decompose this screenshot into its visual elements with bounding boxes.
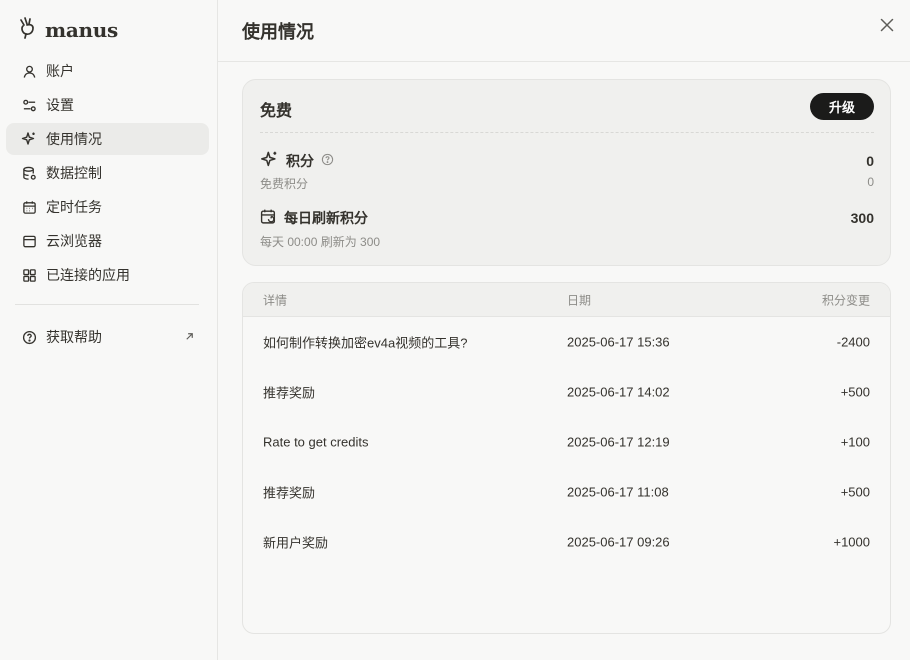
- sidebar-item-connected-apps[interactable]: 已连接的应用: [6, 259, 209, 291]
- page-title: 使用情况: [242, 22, 314, 42]
- sidebar-item-label: 定时任务: [46, 199, 102, 215]
- row-detail: 推荐奖励: [263, 485, 316, 501]
- sidebar-item-account[interactable]: 账户: [6, 55, 209, 87]
- daily-refresh-value: 300: [850, 210, 874, 226]
- row-change: +500: [840, 484, 870, 500]
- row-detail: 新用户奖励: [263, 535, 329, 551]
- calendar-icon: [21, 199, 37, 215]
- sidebar-item-label: 已连接的应用: [46, 267, 130, 283]
- sidebar-item-data-control[interactable]: 数据控制: [6, 157, 209, 189]
- grid-icon: [21, 267, 37, 283]
- row-date: 2025-06-17 14:02: [567, 384, 670, 400]
- brand-name: manus: [45, 17, 118, 42]
- row-change: +100: [840, 434, 870, 450]
- calendar-refresh-icon: [260, 208, 277, 228]
- sidebar-item-settings[interactable]: 设置: [6, 89, 209, 121]
- table-row[interactable]: 新用户奖励 2025-06-17 09:26 +1000: [243, 517, 890, 567]
- sidebar-item-label: 设置: [46, 97, 74, 113]
- table-header: 详情 日期 积分变更: [243, 283, 890, 317]
- sliders-icon: [21, 97, 37, 113]
- sidebar-item-scheduled-tasks[interactable]: 定时任务: [6, 191, 209, 223]
- sparkle-icon: [21, 131, 37, 147]
- close-button[interactable]: [876, 16, 898, 38]
- sidebar-divider: [15, 304, 199, 305]
- close-icon: [880, 18, 894, 37]
- sidebar-nav: 账户 设置 使用情况 数据控制 定时任务 云浏览器 已连接的应用: [6, 55, 209, 293]
- row-date: 2025-06-17 09:26: [567, 534, 670, 550]
- daily-refresh-label: 每日刷新积分: [284, 210, 368, 226]
- daily-refresh-row: 每日刷新积分 300: [260, 208, 874, 228]
- sidebar-item-label: 获取帮助: [46, 329, 102, 345]
- row-detail: 推荐奖励: [263, 385, 316, 401]
- free-credits-label: 免费积分: [260, 177, 309, 191]
- row-date: 2025-06-17 11:08: [567, 484, 669, 500]
- header-change: 积分变更: [821, 293, 870, 307]
- table-row[interactable]: 推荐奖励 2025-06-17 11:08 +500: [243, 467, 890, 517]
- header-date: 日期: [567, 293, 592, 307]
- manus-hand-icon: [17, 15, 39, 44]
- row-change: +500: [840, 384, 870, 400]
- external-arrow-icon: [184, 329, 195, 345]
- row-date: 2025-06-17 15:36: [567, 334, 670, 350]
- sparkle-icon: [260, 150, 279, 172]
- brand-logo[interactable]: manus: [17, 15, 118, 44]
- header-detail: 详情: [263, 293, 288, 307]
- database-icon: [21, 165, 37, 181]
- sidebar-item-usage[interactable]: 使用情况: [6, 123, 209, 155]
- plan-card: 免费 升级 积分 0 免费积分 0 每日刷新积分 300 每天 00:00 刷新…: [242, 79, 891, 266]
- table-row[interactable]: 推荐奖励 2025-06-17 14:02 +500: [243, 367, 890, 417]
- credits-history-table: 详情 日期 积分变更 如何制作转换加密ev4a视频的工具? 2025-06-17…: [242, 282, 891, 634]
- sidebar-item-label: 数据控制: [46, 165, 102, 181]
- sidebar-help: 获取帮助: [6, 321, 209, 355]
- page-header: 使用情况: [218, 0, 910, 62]
- sidebar-item-label: 云浏览器: [46, 233, 102, 249]
- row-change: -2400: [836, 334, 870, 350]
- daily-refresh-note: 每天 00:00 刷新为 300: [260, 235, 381, 249]
- sidebar: manus 账户 设置 使用情况 数据控制 定时任务 云浏览器 已连接的应用 获…: [0, 0, 218, 660]
- info-icon[interactable]: [321, 153, 334, 169]
- browser-icon: [21, 233, 37, 249]
- row-date: 2025-06-17 12:19: [567, 434, 670, 450]
- main-panel: 使用情况 免费 升级 积分 0 免费积分 0 每日刷新积分 300 每天 00:…: [218, 0, 910, 660]
- help-circle-icon: [21, 329, 37, 345]
- free-credits-value: 0: [867, 175, 874, 189]
- credits-label: 积分: [286, 153, 314, 169]
- table-row[interactable]: Rate to get credits 2025-06-17 12:19 +10…: [243, 417, 890, 467]
- credits-row: 积分 0: [260, 150, 874, 172]
- row-detail: 如何制作转换加密ev4a视频的工具?: [263, 335, 468, 351]
- row-change: +1000: [833, 534, 870, 550]
- sidebar-item-cloud-browser[interactable]: 云浏览器: [6, 225, 209, 257]
- sidebar-item-label: 账户: [46, 63, 74, 79]
- upgrade-button[interactable]: 升级: [810, 93, 874, 120]
- credits-value: 0: [866, 153, 874, 169]
- table-row[interactable]: 如何制作转换加密ev4a视频的工具? 2025-06-17 15:36 -240…: [243, 317, 890, 367]
- sidebar-item-get-help[interactable]: 获取帮助: [6, 321, 209, 353]
- table-body: 如何制作转换加密ev4a视频的工具? 2025-06-17 15:36 -240…: [243, 317, 890, 567]
- plan-divider: [260, 132, 874, 133]
- sidebar-item-label: 使用情况: [46, 131, 102, 147]
- free-credits-row: 免费积分 0: [260, 175, 874, 192]
- user-icon: [21, 63, 37, 79]
- row-detail: Rate to get credits: [263, 434, 369, 450]
- plan-name: 免费: [260, 103, 293, 120]
